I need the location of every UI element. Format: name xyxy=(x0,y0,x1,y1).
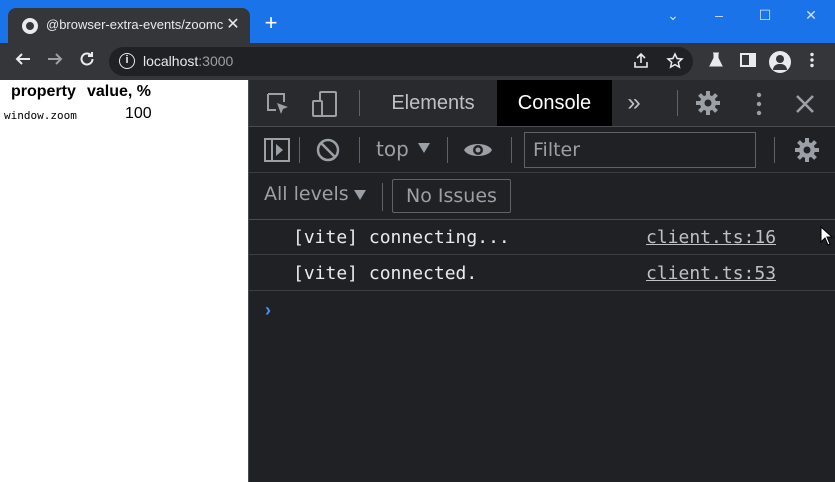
log-levels-bar: All levels No Issues xyxy=(249,173,835,220)
devtools-menu-kebab-icon[interactable] xyxy=(749,91,769,122)
mouse-cursor-icon xyxy=(820,226,834,246)
title-bar: @browser-extra-events/zoomcha ✕ + ⌄ ‒ ☐ … xyxy=(0,0,835,43)
new-tab-button[interactable]: + xyxy=(260,12,282,34)
side-panel-icon[interactable] xyxy=(737,51,759,73)
bookmark-star-icon[interactable] xyxy=(665,52,685,72)
row-value: 100 xyxy=(125,105,152,122)
toolbar-separator xyxy=(299,137,300,163)
toolbar-separator xyxy=(359,137,360,163)
issues-button[interactable]: No Issues xyxy=(392,179,511,213)
globe-favicon-icon xyxy=(22,18,38,34)
message-text: [vite] connected. xyxy=(293,263,478,284)
toolbar-separator xyxy=(774,137,775,163)
toolbar-separator xyxy=(511,137,512,163)
tab-elements[interactable]: Elements xyxy=(377,80,489,126)
filter-input[interactable] xyxy=(525,133,755,167)
tab-close-icon[interactable]: ✕ xyxy=(224,16,242,34)
tab-separator xyxy=(359,90,360,116)
url-text[interactable]: localhost:3000 xyxy=(143,53,233,69)
toolbar-separator xyxy=(447,137,448,163)
share-icon[interactable] xyxy=(631,52,651,72)
tab-separator xyxy=(677,90,678,116)
reload-icon[interactable] xyxy=(74,49,100,75)
header-property: property xyxy=(11,83,76,100)
context-dropdown-triangle-icon[interactable] xyxy=(417,141,431,159)
row-property: window.zoom xyxy=(4,109,77,122)
tab-search-chevron-icon[interactable]: ⌄ xyxy=(650,0,696,30)
console-toolbar: top xyxy=(249,127,835,173)
profile-avatar-icon[interactable] xyxy=(769,51,791,73)
clear-console-icon[interactable] xyxy=(315,137,341,168)
live-expression-eye-icon[interactable] xyxy=(463,139,493,166)
forward-arrow-icon[interactable] xyxy=(42,49,68,75)
device-toolbar-icon[interactable] xyxy=(311,90,339,123)
console-settings-gear-icon[interactable] xyxy=(794,137,820,168)
settings-gear-icon[interactable] xyxy=(695,90,721,121)
console-prompt-chevron-icon[interactable]: › xyxy=(265,300,271,321)
menu-kebab-icon[interactable] xyxy=(801,51,823,73)
browser-tab[interactable]: @browser-extra-events/zoomcha ✕ xyxy=(8,8,250,43)
maximize-icon[interactable]: ☐ xyxy=(742,0,788,30)
labs-flask-icon[interactable] xyxy=(705,51,727,73)
address-bar[interactable]: i localhost:3000 xyxy=(109,47,693,76)
devtools-panel: Elements Console » top Filter All levels… xyxy=(248,80,835,482)
tab-title: @browser-extra-events/zoomcha xyxy=(46,17,224,32)
context-selector[interactable]: top xyxy=(376,137,409,161)
message-source-link[interactable]: client.ts:16 xyxy=(646,227,776,248)
back-arrow-icon[interactable] xyxy=(10,49,36,75)
levels-dropdown-triangle-icon[interactable] xyxy=(353,188,367,206)
sidebar-toggle-icon[interactable] xyxy=(263,137,291,168)
message-source-link[interactable]: client.ts:53 xyxy=(646,263,776,284)
header-value: value, % xyxy=(87,83,152,100)
devtools-tab-bar: Elements Console » xyxy=(249,80,835,127)
more-tabs-chevron-icon[interactable]: » xyxy=(619,80,649,126)
tab-console[interactable]: Console xyxy=(497,80,612,126)
toolbar-separator xyxy=(382,183,383,211)
console-message: [vite] connected. client.ts:53 xyxy=(249,256,835,291)
browser-toolbar: i localhost:3000 xyxy=(0,43,835,80)
window-close-icon[interactable]: ✕ xyxy=(788,0,834,30)
message-text: [vite] connecting... xyxy=(293,227,510,248)
devtools-close-icon[interactable] xyxy=(794,93,816,120)
log-levels-dropdown[interactable]: All levels xyxy=(264,183,349,205)
minimize-icon[interactable]: ‒ xyxy=(696,0,742,30)
inspect-element-icon[interactable] xyxy=(265,91,291,122)
page-content: property value, % window.zoom 100 xyxy=(0,80,248,482)
filter-field[interactable] xyxy=(524,132,756,168)
console-message: [vite] connecting... client.ts:16 xyxy=(249,220,835,255)
site-info-icon[interactable]: i xyxy=(119,53,135,69)
